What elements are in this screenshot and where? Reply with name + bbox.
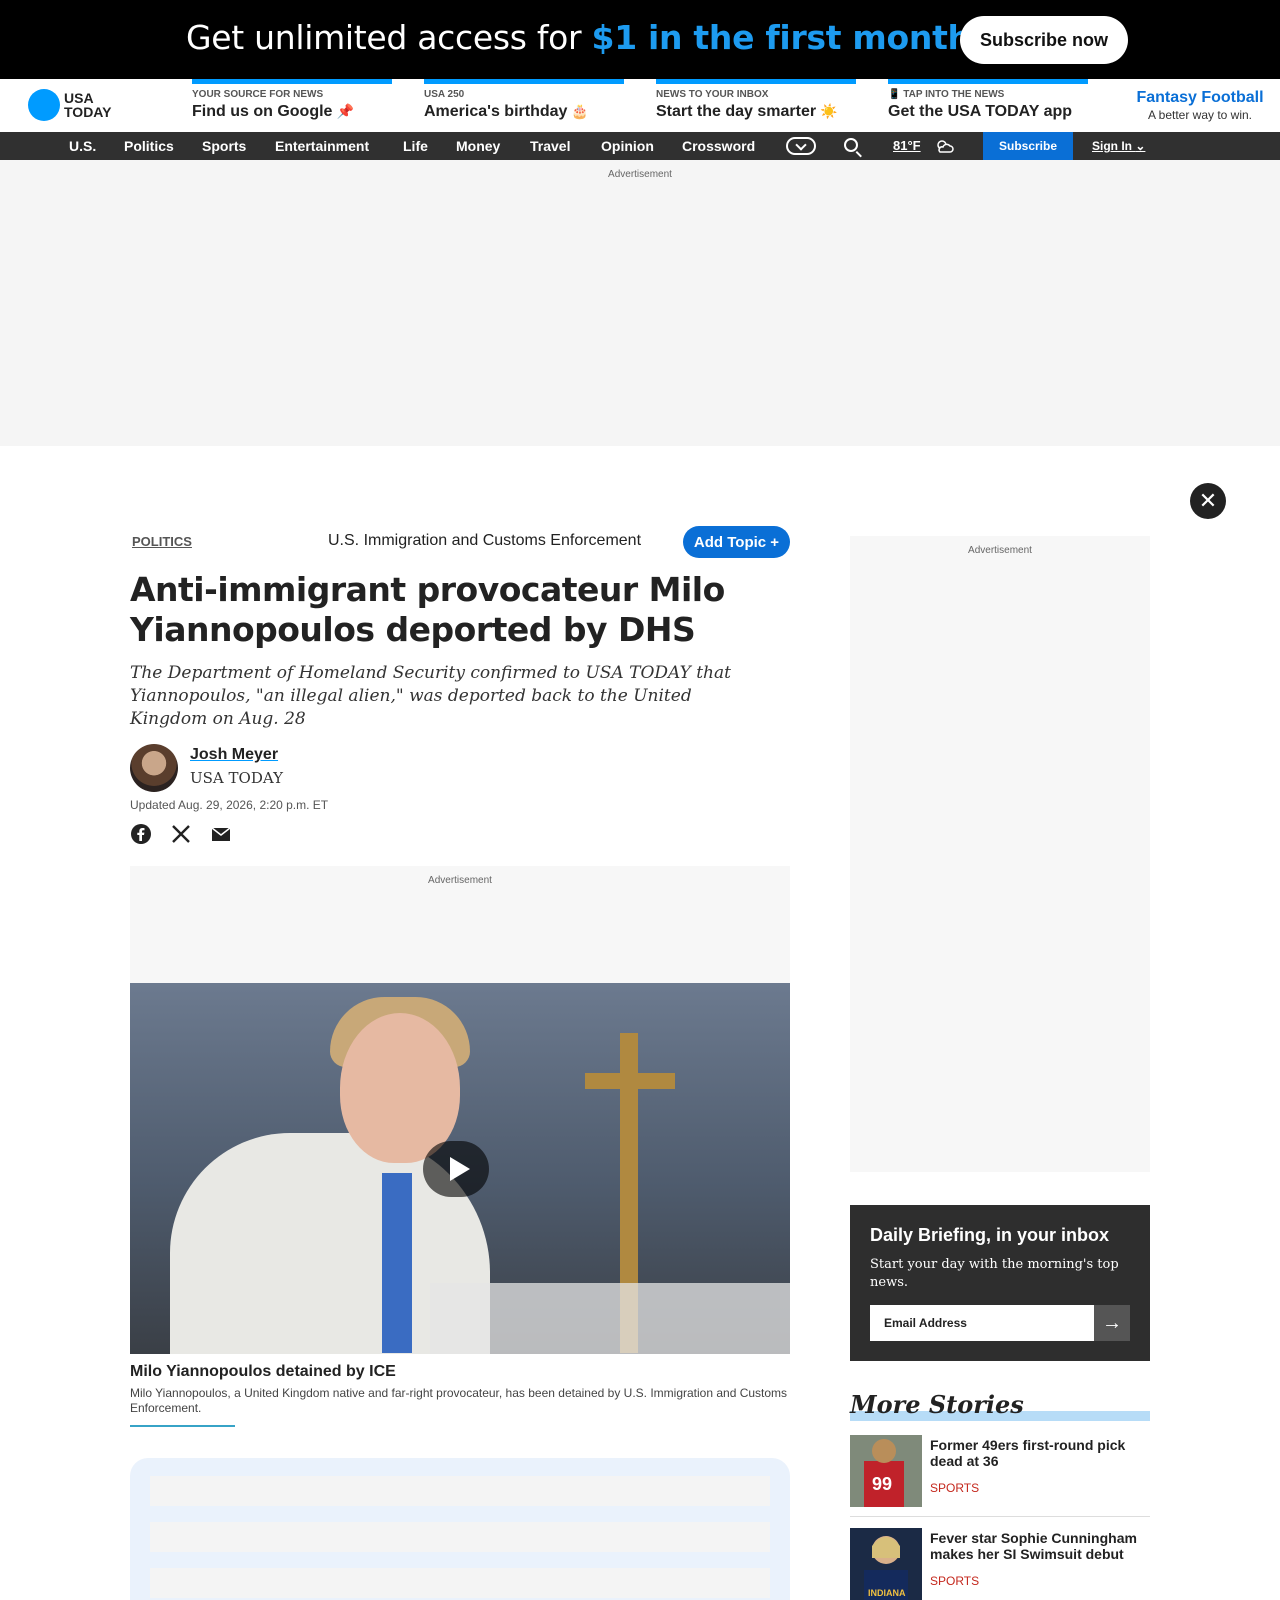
promo-card-title: America's birthday (424, 103, 568, 120)
promo-card-kicker: USA 250 (424, 89, 465, 100)
logo-line-1: USA (64, 90, 94, 106)
newsletter-title: Daily Briefing, in your inbox (870, 1225, 1110, 1245)
search-icon[interactable] (844, 138, 858, 152)
sun-icon: ☀️ (820, 103, 838, 119)
promo-card-newsletter[interactable]: NEWS TO YOUR INBOX Start the day smarter… (656, 79, 856, 132)
promo-card-title: Start the day smarter (656, 103, 817, 120)
more-menu-chevron-icon[interactable] (786, 137, 816, 155)
ad-label: Advertisement (428, 875, 492, 886)
pin-icon: 📌 (336, 103, 354, 119)
in-article-advertisement: Advertisement (130, 866, 790, 984)
video-still-crossbar (585, 1073, 675, 1089)
sidebar-advertisement: Advertisement (850, 536, 1150, 1172)
subscribe-now-button[interactable]: Subscribe now (960, 16, 1128, 64)
nav-item-travel[interactable]: Travel (530, 132, 570, 160)
video-title: Milo Yiannopoulos detained by ICE (130, 1363, 396, 1380)
newsletter-signup: Daily Briefing, in your inbox Start your… (850, 1205, 1150, 1361)
newsletter-subtitle: Start your day with the morning's top ne… (870, 1257, 1119, 1290)
promo-card-kicker: TAP INTO THE NEWS (903, 89, 1005, 100)
nav-item-crossword[interactable]: Crossword (682, 132, 755, 160)
story-divider (850, 1516, 1150, 1517)
promo-card-app[interactable]: 📱 TAP INTO THE NEWS Get the USA TODAY ap… (888, 79, 1088, 132)
author-avatar[interactable] (130, 744, 178, 792)
story-category[interactable]: SPORTS (930, 1574, 979, 1588)
nav-item-life[interactable]: Life (403, 132, 428, 160)
promo-text: Get unlimited access for $1 in the first… (186, 18, 983, 57)
story-item[interactable]: 99 Former 49ers first-round pick dead at… (850, 1435, 1150, 1513)
skeleton-line (150, 1522, 770, 1552)
chevron-down-icon: ⌄ (1135, 139, 1146, 153)
video-still-podium (430, 1283, 790, 1354)
section-link-politics[interactable]: POLITICS (132, 534, 192, 549)
author-organization: USA TODAY (190, 769, 283, 787)
topic-label[interactable]: U.S. Immigration and Customs Enforcement (328, 532, 641, 550)
ad-label: Advertisement (608, 169, 672, 180)
story-title[interactable]: Fever star Sophie Cunningham makes her S… (930, 1530, 1150, 1562)
video-caption: Milo Yiannopoulos, a United Kingdom nati… (130, 1386, 788, 1415)
play-icon[interactable] (423, 1141, 489, 1197)
weather-temperature[interactable]: 81°F (893, 132, 921, 160)
article-dek: The Department of Homeland Security conf… (130, 663, 731, 729)
author-name-link[interactable]: Josh Meyer (190, 746, 278, 764)
story-category[interactable]: SPORTS (930, 1481, 979, 1495)
promo-card-title: Get the USA TODAY app (888, 103, 1073, 120)
promo-card-usa250[interactable]: USA 250 America's birthday 🎂 (424, 79, 624, 132)
promo-card-kicker: YOUR SOURCE FOR NEWS (192, 89, 324, 100)
add-topic-button[interactable]: Add Topic + (683, 526, 790, 558)
story-item[interactable]: INDIANA Fever star Sophie Cunningham mak… (850, 1528, 1150, 1600)
masthead: USA TODAY YOUR SOURCE FOR NEWS Find us o… (0, 79, 1280, 132)
loading-placeholder (130, 1458, 790, 1600)
sign-in-label: Sign In (1092, 139, 1132, 153)
story-thumbnail[interactable]: 99 (850, 1435, 922, 1507)
nav-item-entertainment[interactable]: Entertainment (275, 132, 369, 160)
video-still-tie (382, 1173, 412, 1353)
svg-text:INDIANA: INDIANA (868, 1588, 906, 1598)
nav-item-us[interactable]: U.S. (69, 132, 96, 160)
fantasy-football-promo[interactable]: Fantasy Football A better way to win. (1120, 89, 1280, 122)
nav-item-money[interactable]: Money (456, 132, 500, 160)
close-icon[interactable]: ✕ (1190, 483, 1226, 519)
story-thumbnail[interactable]: INDIANA (850, 1528, 922, 1600)
partly-cloudy-icon (937, 140, 954, 153)
promo-text-highlight: $1 in the first month. (591, 18, 984, 57)
promo-card-title: Find us on Google (192, 103, 333, 120)
skeleton-line (150, 1568, 770, 1598)
sign-in-link[interactable]: Sign In ⌄ (1092, 132, 1145, 160)
cake-icon: 🎂 (571, 103, 589, 119)
skeleton-line (150, 1476, 770, 1506)
promo-text-prefix: Get unlimited access for (186, 18, 592, 57)
story-title[interactable]: Former 49ers first-round pick dead at 36 (930, 1437, 1150, 1469)
more-stories-title: More Stories (850, 1390, 1024, 1419)
video-player[interactable] (130, 983, 790, 1354)
facebook-icon[interactable] (130, 823, 152, 845)
svg-text:99: 99 (872, 1474, 892, 1494)
page: Get unlimited access for $1 in the first… (0, 0, 1280, 1600)
video-still-face (340, 1013, 460, 1163)
usa-today-logo[interactable]: USA TODAY (64, 91, 124, 119)
nav-item-politics[interactable]: Politics (124, 132, 174, 160)
usa-today-logo-icon[interactable] (28, 89, 60, 121)
main-nav: U.S. Politics Sports Entertainment Life … (0, 132, 1280, 160)
email-field[interactable]: Email Address (870, 1305, 1094, 1341)
x-twitter-icon[interactable] (170, 823, 192, 845)
subscription-promo-bar: Get unlimited access for $1 in the first… (0, 0, 1280, 79)
article-topic-bar: POLITICS U.S. Immigration and Customs En… (130, 526, 790, 566)
phone-icon: 📱 (888, 89, 901, 100)
subscribe-button[interactable]: Subscribe (983, 132, 1073, 160)
arrow-right-icon[interactable]: → (1094, 1305, 1130, 1341)
ad-label: Advertisement (968, 545, 1032, 556)
fantasy-football-subtitle: A better way to win. (1147, 108, 1253, 122)
nav-item-opinion[interactable]: Opinion (601, 132, 654, 160)
caption-divider (130, 1425, 235, 1427)
top-advertisement: Advertisement (0, 160, 1280, 446)
article-headline: Anti-immigrant provocateur Milo Yiannopo… (130, 570, 725, 649)
promo-card-kicker: NEWS TO YOUR INBOX (656, 89, 769, 100)
promo-card-google[interactable]: YOUR SOURCE FOR NEWS Find us on Google 📌 (192, 79, 392, 132)
logo-line-2: TODAY (64, 104, 112, 120)
email-icon[interactable] (210, 823, 232, 845)
updated-timestamp: Updated Aug. 29, 2026, 2:20 p.m. ET (130, 798, 329, 812)
nav-item-sports[interactable]: Sports (202, 132, 246, 160)
fantasy-football-title: Fantasy Football (1136, 89, 1264, 106)
